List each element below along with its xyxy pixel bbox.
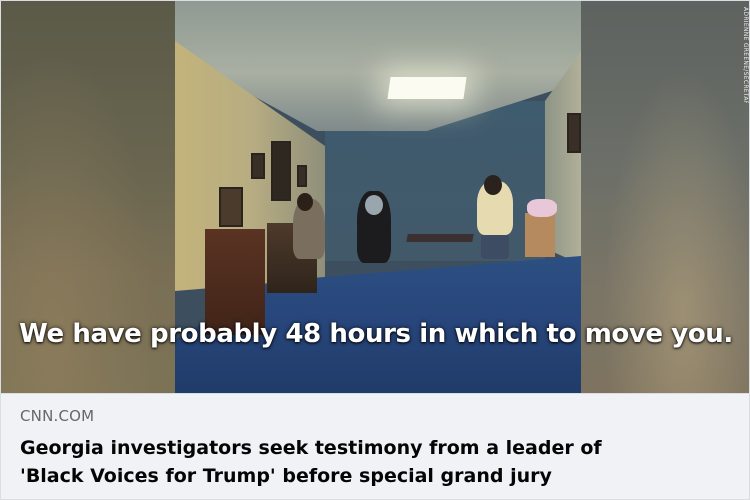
person-head xyxy=(365,195,383,215)
article-headline[interactable]: Georgia investigators seek testimony fro… xyxy=(20,434,732,490)
ceiling-light xyxy=(387,77,467,99)
person-head xyxy=(484,175,502,195)
link-metadata[interactable]: CNN.COM Georgia investigators seek testi… xyxy=(1,393,749,499)
wall-frame xyxy=(251,153,265,179)
source-domain: CNN.COM xyxy=(20,407,95,425)
link-preview-card[interactable]: ADRIENNE GREENE/SECRETARY OF STATE We ha… xyxy=(0,0,750,500)
coffee-table xyxy=(406,234,474,242)
person-legs xyxy=(481,231,509,259)
wall-frame xyxy=(567,113,581,153)
headline-line-1: Georgia investigators seek testimony fro… xyxy=(20,437,602,459)
wall-frame xyxy=(219,187,243,227)
video-caption: We have probably 48 hours in which to mo… xyxy=(19,319,733,349)
video-thumbnail[interactable]: ADRIENNE GREENE/SECRETARY OF STATE We ha… xyxy=(1,1,749,393)
cardboard-box xyxy=(525,213,555,257)
headline-line-2: 'Black Voices for Trump' before special … xyxy=(20,465,552,487)
photo-credit: ADRIENNE GREENE/SECRETARY OF STATE xyxy=(742,7,749,103)
person-head xyxy=(297,193,313,211)
wall-frame xyxy=(297,165,307,187)
pink-bag xyxy=(527,199,557,217)
wall-frame xyxy=(271,141,291,201)
